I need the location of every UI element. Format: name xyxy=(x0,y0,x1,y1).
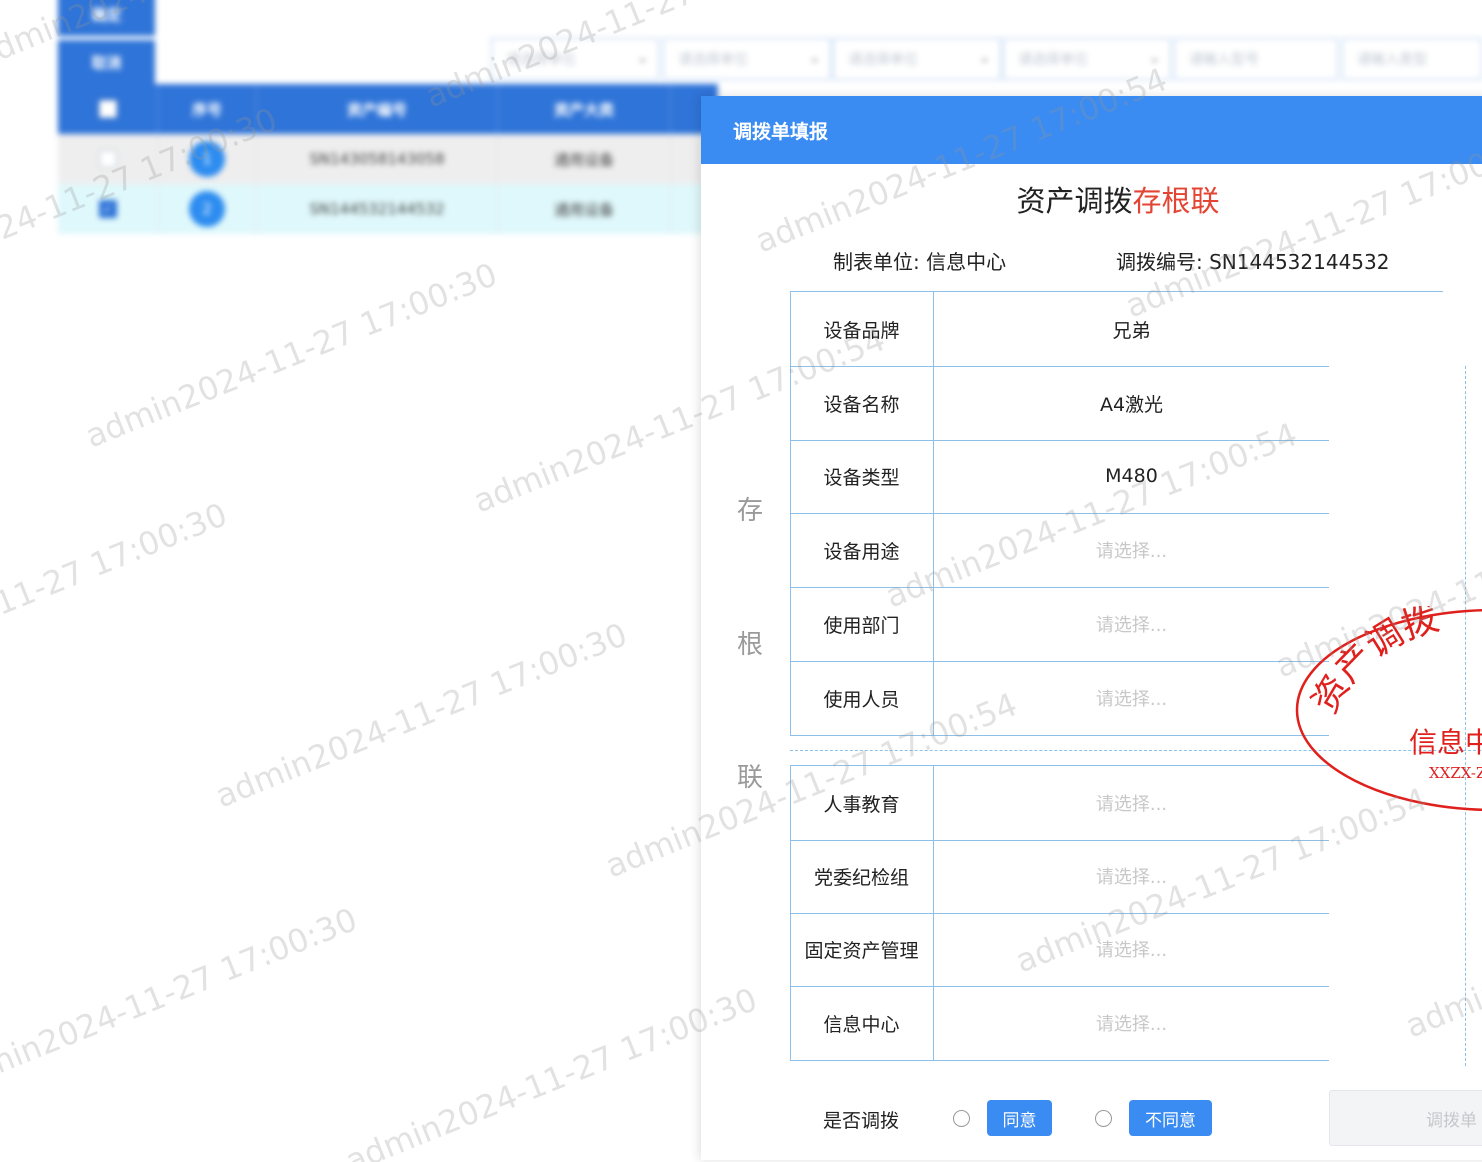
select-all-cell[interactable] xyxy=(58,84,158,134)
approval-label: 信息中心 xyxy=(790,986,934,1060)
approval-row-discipline: 党委纪检组 请选择... xyxy=(790,839,1329,914)
field-label: 设备用途 xyxy=(790,513,934,587)
form-title: 资产调拨存根联 xyxy=(701,178,1482,220)
category-cell: 通用设备 xyxy=(497,184,671,234)
field-value: M480 xyxy=(1105,465,1158,487)
field-label: 使用人员 xyxy=(790,661,934,735)
filter-select-2[interactable]: 请选择单位 ⌄ xyxy=(663,38,831,80)
seal-center-text: 信息中 xyxy=(1409,726,1482,759)
filter-select-1-text: 请选择单位 xyxy=(506,52,576,68)
row-checkbox[interactable] xyxy=(98,150,117,169)
asset-mgmt-approval-select[interactable]: 请选择... xyxy=(934,912,1329,986)
model-input[interactable]: 请输入型号 xyxy=(1174,38,1338,80)
cancel-button[interactable]: 取消 xyxy=(58,40,155,84)
field-row-user: 使用人员 请选择... xyxy=(790,661,1329,736)
side-char-cun: 存 xyxy=(737,496,764,526)
disagree-tag[interactable]: 不同意 xyxy=(1129,1100,1212,1136)
info-center-approval-select[interactable]: 请选择... xyxy=(934,986,1329,1060)
usage-select[interactable]: 请选择... xyxy=(934,513,1329,587)
unit-value: 信息中心 xyxy=(926,250,1007,274)
modal-header: 调拨单填报 xyxy=(701,96,1482,164)
official-seal-stamp: 资产调拨 信息中 XXZX-Z xyxy=(1295,606,1482,812)
agree-tag[interactable]: 同意 xyxy=(987,1100,1052,1136)
type-input[interactable]: 请输入类型 xyxy=(1342,38,1482,80)
column-header-index: 序号 xyxy=(157,84,257,134)
field-row-department: 使用部门 请选择... xyxy=(790,587,1329,662)
row-checkbox-checked[interactable]: ✓ xyxy=(98,200,117,219)
column-header-asset-no: 资产编号 xyxy=(256,84,498,134)
table-header-row: 序号 资产编号 资产大类 xyxy=(58,84,718,134)
field-label: 设备名称 xyxy=(790,366,934,440)
field-row-brand: 设备品牌 兄弟 xyxy=(790,292,1329,367)
field-label: 使用部门 xyxy=(790,587,934,661)
chevron-down-icon: ⌄ xyxy=(809,51,820,66)
column-header-category: 资产大类 xyxy=(497,84,671,134)
field-label: 设备类型 xyxy=(790,439,934,513)
agree-radio[interactable] xyxy=(953,1109,970,1127)
filter-select-3[interactable]: 请选择单位 ⌄ xyxy=(833,38,1001,80)
code-value: SN144532144532 xyxy=(1209,250,1390,274)
code-label: 调拨编号: xyxy=(1116,250,1203,274)
asset-table: 序号 资产编号 资产大类 1 SN143058143058 通用设备 ✓ 2 S… xyxy=(58,84,718,234)
field-value: A4激光 xyxy=(1099,393,1164,416)
hr-approval-select[interactable]: 请选择... xyxy=(934,766,1329,840)
row-index-cell: 1 xyxy=(157,134,257,184)
field-value: 兄弟 xyxy=(1112,319,1151,342)
seal-code-text: XXZX-Z xyxy=(1429,764,1482,782)
field-row-usage: 设备用途 请选择... xyxy=(790,513,1329,588)
department-select[interactable]: 请选择... xyxy=(934,587,1329,661)
index-badge: 1 xyxy=(189,141,225,177)
type-input-text: 请输入类型 xyxy=(1357,52,1427,68)
filter-select-2-text: 请选择单位 xyxy=(678,52,748,68)
filter-select-4-text: 请选择单位 xyxy=(1018,52,1088,68)
form-title-red: 存根联 xyxy=(1132,184,1220,218)
select-all-checkbox[interactable] xyxy=(98,100,117,119)
approval-row-asset-mgmt: 固定资产管理 请选择... xyxy=(790,912,1329,987)
category-cell: 通用设备 xyxy=(497,134,671,184)
transfer-question-label: 是否调拨 xyxy=(823,1110,900,1132)
field-row-type: 设备类型 M480 xyxy=(790,439,1329,514)
approval-label: 人事教育 xyxy=(790,766,934,840)
approval-label: 固定资产管理 xyxy=(790,912,934,986)
agree-option[interactable]: 同意 xyxy=(953,1100,1052,1136)
table-row[interactable]: 1 SN143058143058 通用设备 xyxy=(58,134,718,184)
asset-no-cell: SN143058143058 xyxy=(256,134,498,184)
discipline-approval-select[interactable]: 请选择... xyxy=(934,839,1329,913)
chevron-down-icon: ⌄ xyxy=(1149,51,1160,66)
row-checkbox-cell[interactable] xyxy=(58,134,158,184)
disagree-option[interactable]: 不同意 xyxy=(1095,1100,1212,1136)
side-char-gen: 根 xyxy=(737,630,764,660)
row-checkbox-cell[interactable]: ✓ xyxy=(58,184,158,234)
user-select[interactable]: 请选择... xyxy=(934,661,1329,735)
row-index-cell: 2 xyxy=(157,184,257,234)
submit-transfer-button[interactable]: 调拨单 xyxy=(1329,1090,1482,1146)
approval-row-info-center: 信息中心 请选择... xyxy=(790,986,1329,1061)
approval-row-hr: 人事教育 请选择... xyxy=(790,765,1329,841)
code-info: 调拨编号: SN144532144532 xyxy=(1116,246,1389,275)
chevron-down-icon: ⌄ xyxy=(979,51,990,66)
filter-select-1[interactable]: 请选择单位 ⌄ xyxy=(491,38,659,80)
confirm-button[interactable]: 确定 xyxy=(58,0,155,36)
modal-title: 调拨单填报 xyxy=(733,120,829,143)
transfer-form-modal: 调拨单填报 资产调拨存根联 制表单位: 信息中心 调拨编号: SN1445321… xyxy=(701,96,1482,1160)
filter-select-3-text: 请选择单位 xyxy=(848,52,918,68)
approval-label: 党委纪检组 xyxy=(790,839,934,913)
filter-select-4[interactable]: 请选择单位 ⌄ xyxy=(1003,38,1171,80)
field-row-name: 设备名称 A4激光 xyxy=(790,366,1329,441)
model-input-text: 请输入型号 xyxy=(1189,52,1259,68)
side-char-lian: 联 xyxy=(737,763,764,793)
unit-label: 制表单位: xyxy=(833,250,920,274)
disagree-radio[interactable] xyxy=(1095,1109,1112,1127)
table-row[interactable]: ✓ 2 SN144532144532 通用设备 xyxy=(58,184,718,234)
chevron-down-icon: ⌄ xyxy=(637,51,648,66)
seal-top-text: 资产调拨 xyxy=(1304,606,1443,720)
index-badge: 2 xyxy=(189,191,225,227)
asset-no-cell: SN144532144532 xyxy=(256,184,498,234)
form-title-main: 资产调拨 xyxy=(1016,184,1133,218)
field-label: 设备品牌 xyxy=(790,292,934,366)
unit-info: 制表单位: 信息中心 xyxy=(833,246,1006,275)
